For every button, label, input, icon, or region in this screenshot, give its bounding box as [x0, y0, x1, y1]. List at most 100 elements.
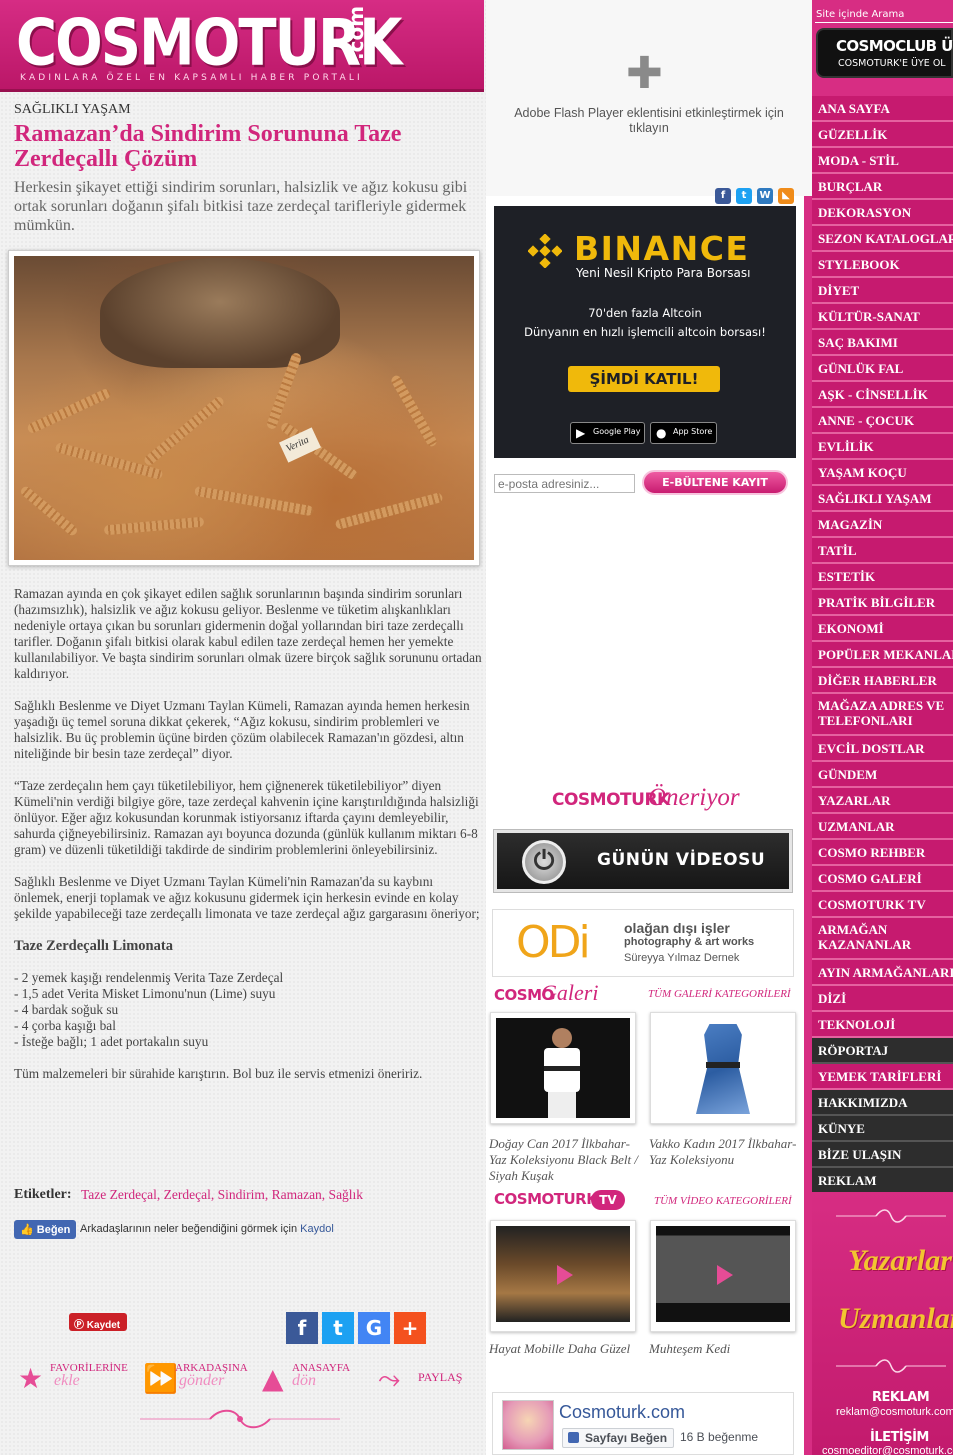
nav-item-ask-cinsellik[interactable]: AŞK - CİNSELLİK	[812, 382, 953, 408]
blog-icon[interactable]: W	[757, 188, 773, 204]
nav-item-ekonomi[interactable]: EKONOMİ	[812, 616, 953, 642]
nav-item-magaza-adres[interactable]: MAĞAZA ADRES VE TELEFONLARI	[812, 694, 953, 736]
site-search-label[interactable]: Site içinde Arama	[816, 9, 904, 20]
nav-item-cosmo-rehber[interactable]: COSMO REHBER	[812, 840, 953, 866]
gallery-thumbnail[interactable]	[490, 1012, 636, 1124]
nav-item-magazin[interactable]: MAGAZİN	[812, 512, 953, 538]
google-play-badge[interactable]: ▶ Google Play	[570, 422, 646, 444]
nav-item-moda-stil[interactable]: MODA - STİL	[812, 148, 953, 174]
nav-item-cosmo-galeri[interactable]: COSMO GALERİ	[812, 866, 953, 892]
add-favorite-button[interactable]: ★ FAVORİLERİNE ekle	[18, 1360, 138, 1395]
nav-item-gunluk-fal[interactable]: GÜNLÜK FAL	[812, 356, 953, 382]
ingredient-item: - 1,5 adet Verita Misket Limonu'nun (Lim…	[14, 986, 276, 1001]
nav-item-estetik[interactable]: ESTETİK	[812, 564, 953, 590]
star-icon: ★	[18, 1362, 44, 1395]
gallery-script: Galeri	[541, 980, 599, 1005]
flash-plugin-message[interactable]: Adobe Flash Player eklentisini etkinleşt…	[500, 106, 798, 136]
binance-join-button[interactable]: ŞİMDİ KATIL!	[568, 366, 720, 392]
nav-item-uzmanlar[interactable]: UZMANLAR	[812, 814, 953, 840]
twitter-share-icon[interactable]: t	[322, 1312, 354, 1344]
twitter-icon[interactable]: t	[736, 188, 752, 204]
facebook-like-button[interactable]: 👍 Beğen	[14, 1220, 76, 1239]
newsletter-email-input[interactable]	[494, 474, 635, 493]
nav-item-yemek-tarifleri[interactable]: YEMEK TARİFLERİ	[812, 1064, 953, 1090]
nav-item-evlilik[interactable]: EVLİLİK	[812, 434, 953, 460]
binance-wordmark: BINANCE	[574, 229, 750, 268]
facebook-like-description: Arkadaşlarının neler beğendiğini görmek …	[80, 1223, 298, 1235]
article-closing: Tüm malzemeleri bir sürahide karıştırın.…	[14, 1066, 423, 1081]
facebook-icon[interactable]: f	[715, 188, 731, 204]
facebook-signup-link[interactable]: Kaydol	[300, 1223, 334, 1235]
facebook-page-avatar[interactable]	[502, 1400, 554, 1450]
nav-item-stylebook[interactable]: STYLEBOOK	[812, 252, 953, 278]
send-script: gönder	[179, 1372, 225, 1389]
plus-share-icon[interactable]: +	[394, 1312, 426, 1344]
nav-item-kultur-sanat[interactable]: KÜLTÜR-SANAT	[812, 304, 953, 330]
nav-item-populer-mekanlar[interactable]: POPÜLER MEKANLAR	[812, 642, 953, 668]
cosmoclub-title[interactable]: COSMOCLUB ÜYESİ	[836, 37, 953, 55]
share-button[interactable]: ⤳ PAYLAŞ	[378, 1360, 468, 1395]
nav-item-kunye[interactable]: KÜNYE	[812, 1116, 953, 1142]
tags-links[interactable]: Taze Zerdeçal, Zerdeçal, Sindirim, Ramaz…	[81, 1187, 363, 1203]
video-caption[interactable]: Hayat Mobille Daha Güzel	[489, 1341, 639, 1357]
nav-item-sac-bakimi[interactable]: SAÇ BAKIMI	[812, 330, 953, 356]
nav-item-roportaj[interactable]: RÖPORTAJ	[812, 1038, 953, 1064]
nav-item-sezon-kataloglari[interactable]: SEZON KATALOGLARI	[812, 226, 953, 252]
nav-item-yazarlar[interactable]: YAZARLAR	[812, 788, 953, 814]
nav-item-gundem[interactable]: GÜNDEM	[812, 762, 953, 788]
decorative-swirl	[836, 1359, 946, 1373]
newsletter-subscribe-button[interactable]: E-BÜLTENE KAYIT OLUN	[642, 470, 788, 510]
nav-item-cosmoturk-tv[interactable]: COSMOTURK TV	[812, 892, 953, 918]
all-gallery-categories-link[interactable]: TÜM GALERİ KATEGORİLERİ	[648, 988, 791, 1000]
all-video-categories-link[interactable]: TÜM VİDEO KATEGORİLERİ	[654, 1195, 792, 1207]
article-paragraph: Sağlıklı Beslenme ve Diyet Uzmanı Taylan…	[14, 874, 480, 921]
video-thumbnail[interactable]	[490, 1220, 636, 1332]
nav-item-saglikli-yasam[interactable]: SAĞLIKLI YAŞAM	[812, 486, 953, 512]
nav-item-pratik-bilgiler[interactable]: PRATİK BİLGİLER	[812, 590, 953, 616]
experts-link[interactable]: Uzmanlar	[838, 1302, 953, 1336]
nav-item-hakkimizda[interactable]: HAKKIMIZDA	[812, 1090, 953, 1116]
nav-item-bize-ulasin[interactable]: BİZE ULAŞIN	[812, 1142, 953, 1168]
nav-item-dekorasyon[interactable]: DEKORASYON	[812, 200, 953, 226]
nav-item-burclar[interactable]: BURÇLAR	[812, 174, 953, 200]
contact-email[interactable]: cosmoeditor@cosmoturk.com	[822, 1445, 953, 1455]
logo-text[interactable]: COSMOTURK	[16, 6, 403, 81]
nav-item-dizi[interactable]: DİZİ	[812, 986, 953, 1012]
article-paragraph: “Taze zerdeçalın hem çayı tüketilebiliyo…	[14, 778, 479, 857]
pinterest-save-button[interactable]: Ⓟ Kaydet	[69, 1313, 127, 1331]
cosmoclub-subtitle[interactable]: COSMOTURK'E ÜYE OL	[838, 58, 946, 69]
article-photo: Verita	[14, 256, 474, 560]
nav-item-ana-sayfa[interactable]: ANA SAYFA	[812, 96, 953, 122]
gallery-caption[interactable]: Vakko Kadın 2017 İlkbahar-Yaz Koleksiyon…	[649, 1136, 799, 1168]
nav-item-guzellik[interactable]: GÜZELLİK	[812, 122, 953, 148]
nav-item-tatil[interactable]: TATİL	[812, 538, 953, 564]
ingredient-item: - 4 bardak soğuk su	[14, 1002, 119, 1017]
facebook-share-icon[interactable]: f	[286, 1312, 318, 1344]
article-category[interactable]: SAĞLIKLI YAŞAM	[14, 102, 131, 118]
rss-icon[interactable]: ◣	[778, 188, 794, 204]
nav-item-ayin-armaganlari[interactable]: AYIN ARMAĞANLARI	[812, 960, 953, 986]
nav-item-diger-haberler[interactable]: DİĞER HABERLER	[812, 668, 953, 694]
gallery-thumbnail[interactable]	[650, 1012, 796, 1124]
video-thumbnail[interactable]	[650, 1220, 796, 1332]
video-caption[interactable]: Muhteşem Kedi	[649, 1341, 799, 1357]
ingredient-list: - 2 yemek kaşığı rendelenmiş Verita Taze…	[14, 970, 484, 1050]
nav-item-armagan-kazananlar[interactable]: ARMAĞAN KAZANANLAR	[812, 918, 953, 960]
gallery-caption[interactable]: Doğay Can 2017 İlkbahar-Yaz Koleksiyonu …	[489, 1136, 639, 1184]
google-share-icon[interactable]: G	[358, 1312, 390, 1344]
nav-item-diyet[interactable]: DİYET	[812, 278, 953, 304]
nav-item-anne-cocuk[interactable]: ANNE - ÇOCUK	[812, 408, 953, 434]
nav-item-yasam-kocu[interactable]: YAŞAM KOÇU	[812, 460, 953, 486]
nav-item-teknoloji[interactable]: TEKNOLOJİ	[812, 1012, 953, 1038]
homepage-button[interactable]: ▲ ANASAYFA dön	[262, 1360, 372, 1395]
pinterest-icon: Ⓟ	[74, 1320, 84, 1331]
send-to-friend-button[interactable]: ⏩ ARKADAŞINA gönder	[143, 1360, 253, 1395]
app-store-badge[interactable]: ● App Store	[650, 422, 718, 444]
video-of-the-day-label[interactable]: GÜNÜN VİDEOSU	[597, 850, 765, 870]
advertising-email[interactable]: reklam@cosmoturk.com	[836, 1406, 953, 1418]
nav-item-reklam[interactable]: REKLAM	[812, 1168, 953, 1194]
binance-logo-icon	[528, 234, 562, 268]
writers-link[interactable]: Yazarlar	[848, 1244, 952, 1278]
facebook-page-name[interactable]: Cosmoturk.com	[559, 1402, 685, 1423]
nav-item-evcil-dostlar[interactable]: EVCİL DOSTLAR	[812, 736, 953, 762]
